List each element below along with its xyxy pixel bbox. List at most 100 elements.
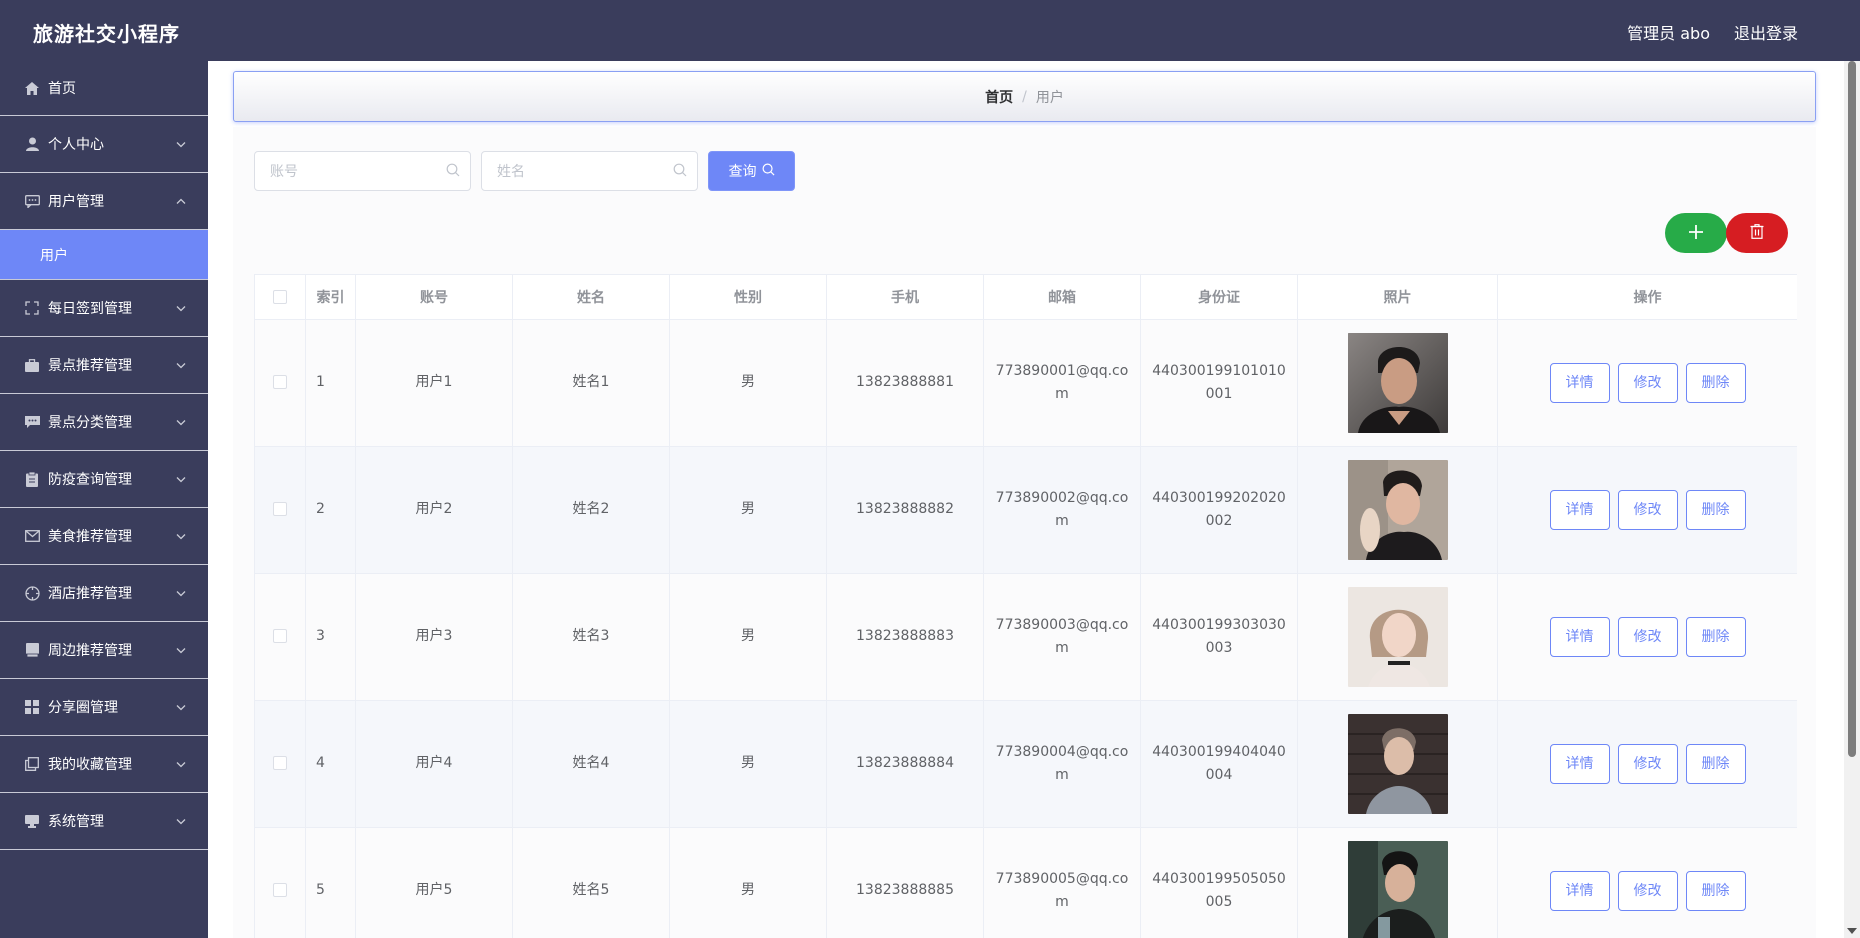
edit-button[interactable]: 修改 bbox=[1617, 489, 1678, 530]
breadcrumb-home[interactable]: 首页 bbox=[985, 87, 1013, 107]
delete-button[interactable]: 删除 bbox=[1685, 362, 1746, 403]
cell-name: 姓名5 bbox=[512, 826, 670, 938]
cell-gender: 男 bbox=[669, 318, 827, 447]
breadcrumb: 首页 / 用户 bbox=[233, 71, 1816, 122]
edit-button[interactable]: 修改 bbox=[1617, 362, 1678, 403]
chevron-down-icon bbox=[176, 473, 186, 486]
row-checkbox[interactable] bbox=[273, 375, 287, 389]
sidebar-item-label: 周边推荐管理 bbox=[48, 643, 132, 659]
cell-actions: 详情 修改 删除 bbox=[1497, 318, 1797, 447]
cell-index: 1 bbox=[305, 318, 356, 447]
compass-icon bbox=[24, 585, 40, 601]
add-button[interactable] bbox=[1665, 213, 1727, 253]
cell-gender: 男 bbox=[669, 572, 827, 701]
row-select-cell bbox=[254, 445, 306, 574]
edit-button[interactable]: 修改 bbox=[1617, 870, 1678, 911]
batch-delete-button[interactable] bbox=[1726, 213, 1788, 253]
cell-phone: 13823888884 bbox=[826, 699, 984, 828]
column-header: 索引 bbox=[305, 275, 356, 320]
name-search-input[interactable]: 姓名 bbox=[481, 151, 698, 191]
table-row: 5 用户5 姓名5 男 13823888885 773890005@qq.com… bbox=[254, 826, 1797, 938]
table-row: 4 用户4 姓名4 男 13823888884 773890004@qq.com… bbox=[254, 699, 1797, 828]
sidebar-item-my-favorites[interactable]: 我的收藏管理 bbox=[0, 736, 208, 793]
sidebar-item-daily-checkin[interactable]: 每日签到管理 bbox=[0, 280, 208, 337]
cell-email: 773890002@qq.com bbox=[983, 445, 1141, 574]
logout-link[interactable]: 退出登录 bbox=[1734, 20, 1798, 44]
cell-gender: 男 bbox=[669, 445, 827, 574]
cell-photo bbox=[1297, 445, 1498, 574]
clipboard-icon bbox=[24, 471, 40, 487]
chevron-down-icon bbox=[176, 701, 186, 714]
cell-index: 2 bbox=[305, 445, 356, 574]
row-select-cell bbox=[254, 318, 306, 447]
top-bar: 旅游社交小程序 管理员 abo 退出登录 bbox=[0, 0, 1860, 61]
table-row: 2 用户2 姓名2 男 13823888882 773890002@qq.com… bbox=[254, 445, 1797, 574]
row-checkbox[interactable] bbox=[273, 502, 287, 516]
account-search-input[interactable]: 账号 bbox=[254, 151, 471, 191]
message-icon bbox=[24, 414, 40, 430]
cell-photo bbox=[1297, 572, 1498, 701]
column-header: 照片 bbox=[1297, 275, 1498, 320]
table-header-row: 索引 账号 姓名 性别 手机 邮箱 身份证 照片 操作 bbox=[254, 275, 1797, 320]
briefcase-icon bbox=[24, 357, 40, 373]
detail-button[interactable]: 详情 bbox=[1549, 616, 1610, 657]
page-scrollbar[interactable] bbox=[1844, 61, 1860, 938]
edit-button[interactable]: 修改 bbox=[1617, 743, 1678, 784]
delete-button[interactable]: 删除 bbox=[1685, 489, 1746, 530]
sidebar-item-scenic-category[interactable]: 景点分类管理 bbox=[0, 394, 208, 451]
sidebar-item-label: 系统管理 bbox=[48, 814, 104, 830]
detail-button[interactable]: 详情 bbox=[1549, 489, 1610, 530]
cell-id-card: 440300199101010001 bbox=[1140, 318, 1298, 447]
cell-name: 姓名1 bbox=[512, 318, 670, 447]
row-checkbox[interactable] bbox=[273, 756, 287, 770]
sidebar-item-label: 首页 bbox=[48, 81, 76, 97]
scrollbar-thumb[interactable] bbox=[1848, 61, 1856, 757]
cell-id-card: 440300199202020002 bbox=[1140, 445, 1298, 574]
sidebar-item-system-management[interactable]: 系统管理 bbox=[0, 793, 208, 850]
sidebar-item-label: 防疫查询管理 bbox=[48, 472, 132, 488]
sidebar-item-epidemic-query[interactable]: 防疫查询管理 bbox=[0, 451, 208, 508]
detail-button[interactable]: 详情 bbox=[1549, 743, 1610, 784]
search-icon bbox=[446, 163, 460, 177]
row-select-cell bbox=[254, 826, 306, 938]
cell-index: 5 bbox=[305, 826, 356, 938]
cell-gender: 男 bbox=[669, 699, 827, 828]
column-header: 手机 bbox=[826, 275, 984, 320]
chevron-down-icon bbox=[176, 758, 186, 771]
sidebar-item-user-management[interactable]: 用户管理 bbox=[0, 173, 208, 230]
edit-button[interactable]: 修改 bbox=[1617, 616, 1678, 657]
cell-index: 4 bbox=[305, 699, 356, 828]
sidebar-item-personal-center[interactable]: 个人中心 bbox=[0, 116, 208, 173]
cell-photo bbox=[1297, 318, 1498, 447]
sidebar-item-nearby-recommend[interactable]: 周边推荐管理 bbox=[0, 622, 208, 679]
query-button[interactable]: 查询 bbox=[708, 151, 795, 191]
cell-phone: 13823888881 bbox=[826, 318, 984, 447]
delete-button[interactable]: 删除 bbox=[1685, 616, 1746, 657]
sidebar-item-food-recommend[interactable]: 美食推荐管理 bbox=[0, 508, 208, 565]
detail-button[interactable]: 详情 bbox=[1549, 362, 1610, 403]
delete-button[interactable]: 删除 bbox=[1685, 870, 1746, 911]
sidebar-item-label: 美食推荐管理 bbox=[48, 529, 132, 545]
row-checkbox[interactable] bbox=[273, 883, 287, 897]
admin-label[interactable]: 管理员 abo bbox=[1627, 20, 1710, 44]
sidebar-item-hotel-recommend[interactable]: 酒店推荐管理 bbox=[0, 565, 208, 622]
sidebar-item-home[interactable]: 首页 bbox=[0, 61, 208, 116]
sidebar-item-scenic-recommend[interactable]: 景点推荐管理 bbox=[0, 337, 208, 394]
row-select-cell bbox=[254, 572, 306, 701]
sidebar-subitem-user[interactable]: 用户 bbox=[0, 230, 208, 280]
column-header: 操作 bbox=[1497, 275, 1797, 320]
cell-phone: 13823888882 bbox=[826, 445, 984, 574]
scroll-down-arrow-icon[interactable] bbox=[1847, 928, 1857, 934]
cell-email: 773890004@qq.com bbox=[983, 699, 1141, 828]
sidebar: 首页 个人中心 用户管理 用户 每日签到管理 景点推荐管理 景点分类管理 防疫查… bbox=[0, 61, 208, 938]
table-row: 1 用户1 姓名1 男 13823888881 773890001@qq.com… bbox=[254, 318, 1797, 447]
select-all-checkbox[interactable] bbox=[273, 289, 287, 304]
row-checkbox[interactable] bbox=[273, 629, 287, 643]
detail-button[interactable]: 详情 bbox=[1549, 870, 1610, 911]
sidebar-item-share-circle[interactable]: 分享圈管理 bbox=[0, 679, 208, 736]
chevron-down-icon bbox=[176, 359, 186, 372]
cell-phone: 13823888883 bbox=[826, 572, 984, 701]
cell-account: 用户3 bbox=[355, 572, 513, 701]
user-photo bbox=[1347, 713, 1448, 814]
delete-button[interactable]: 删除 bbox=[1685, 743, 1746, 784]
